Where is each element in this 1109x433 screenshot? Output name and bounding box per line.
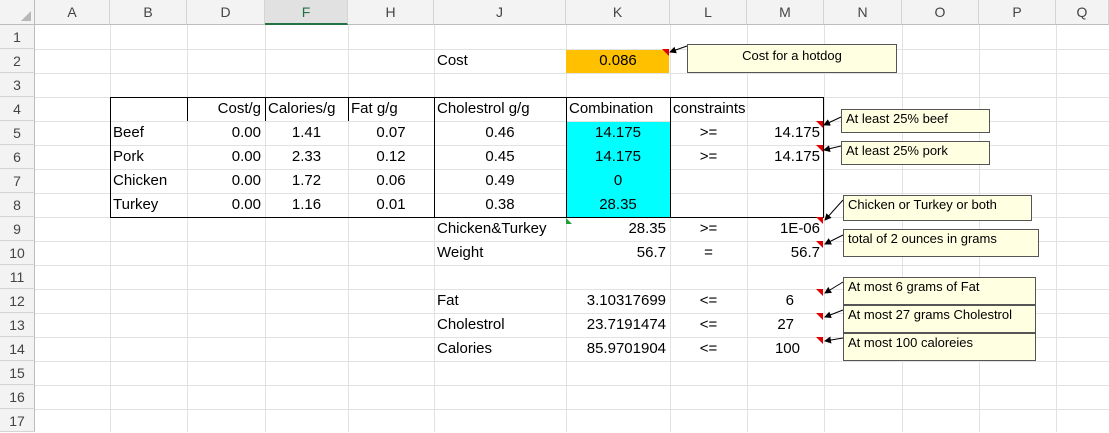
comment-cholestrol[interactable]: At most 27 grams Cholestrol: [843, 305, 1036, 333]
spreadsheet[interactable]: A B D F H J K L M N O P Q 1 2 3 4 5 6 7 …: [0, 0, 1109, 432]
comment-calories[interactable]: At most 100 caloreies: [843, 333, 1036, 361]
comment-chicken-turkey[interactable]: Chicken or Turkey or both: [843, 195, 1032, 221]
comment-fat[interactable]: At most 6 grams of Fat: [843, 277, 1036, 305]
comment-weight[interactable]: total of 2 ounces in grams: [843, 229, 1039, 257]
comment-beef[interactable]: At least 25% beef: [841, 109, 990, 133]
comment-cost[interactable]: Cost for a hotdog: [687, 44, 897, 73]
comment-pork[interactable]: At least 25% pork: [841, 141, 990, 165]
